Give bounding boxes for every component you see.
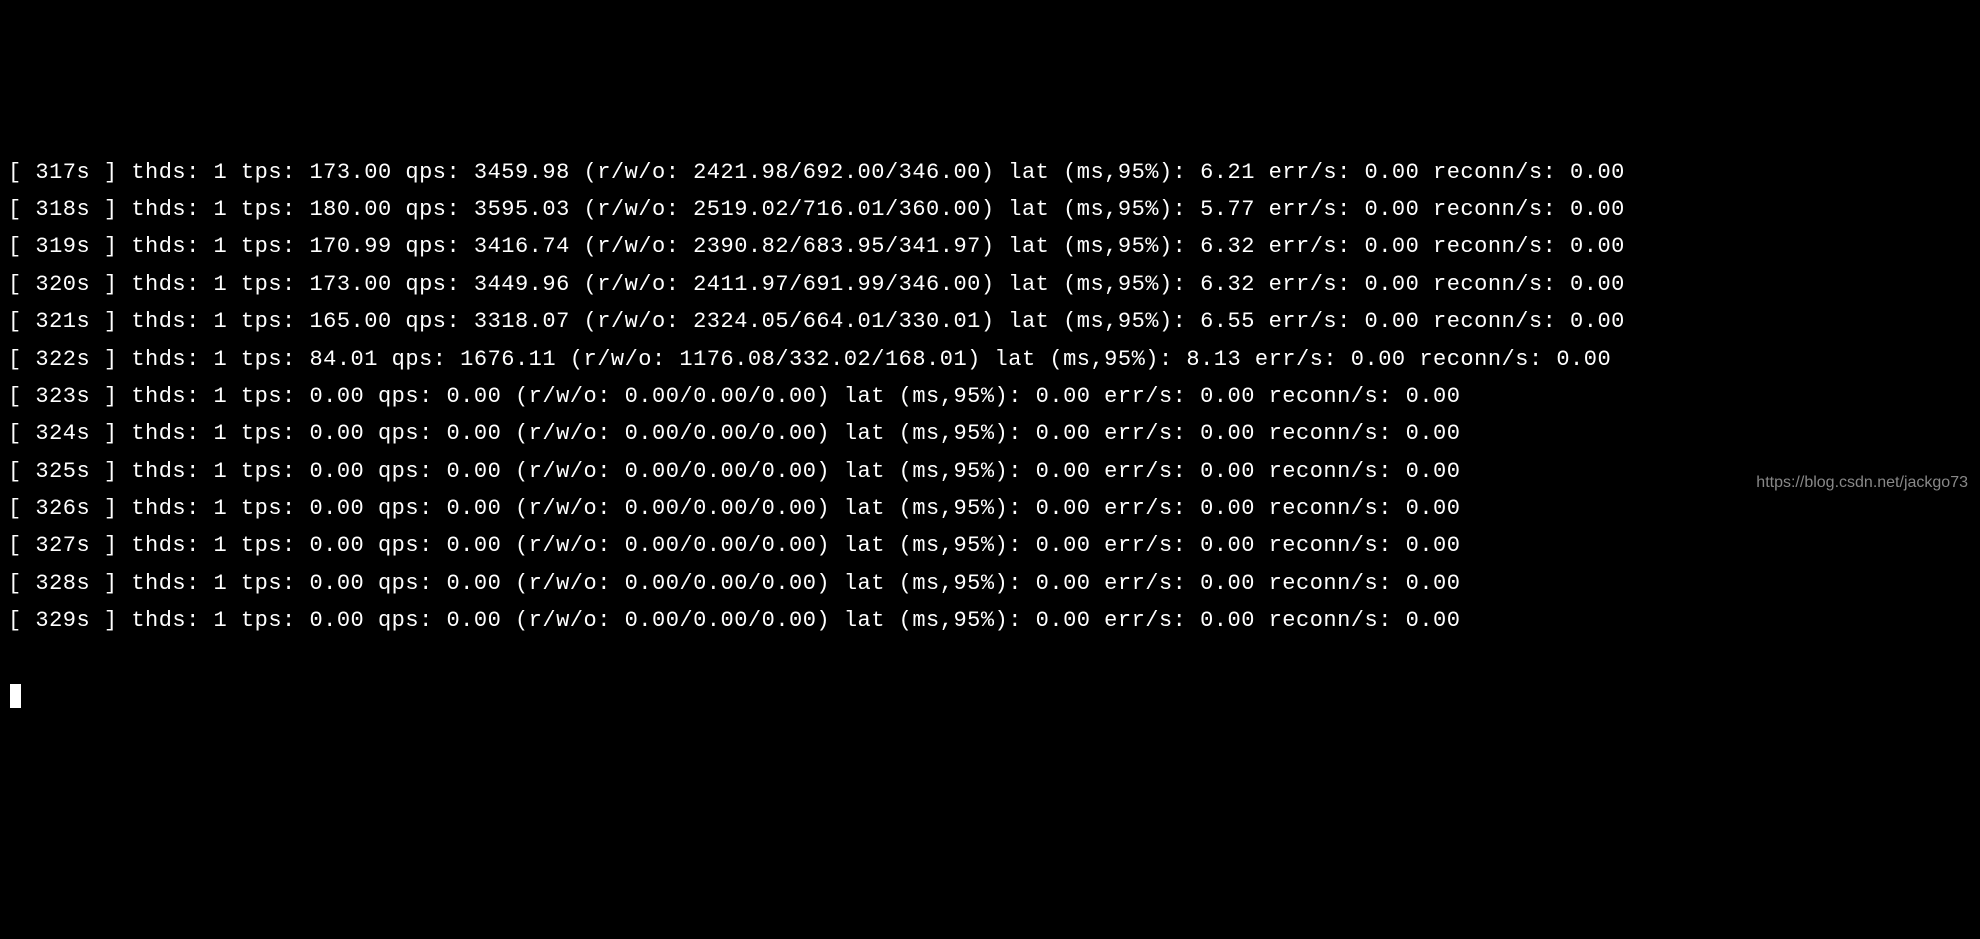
terminal-line: [ 329s ] thds: 1 tps: 0.00 qps: 0.00 (r/… [8, 602, 1972, 639]
terminal-line: [ 322s ] thds: 1 tps: 84.01 qps: 1676.11… [8, 341, 1972, 378]
watermark-text: https://blog.csdn.net/jackgo73 [1756, 469, 1968, 496]
terminal-output: [ 317s ] thds: 1 tps: 173.00 qps: 3459.9… [8, 154, 1972, 640]
terminal-line: [ 321s ] thds: 1 tps: 165.00 qps: 3318.0… [8, 303, 1972, 340]
terminal-line: [ 328s ] thds: 1 tps: 0.00 qps: 0.00 (r/… [8, 565, 1972, 602]
terminal-line: [ 324s ] thds: 1 tps: 0.00 qps: 0.00 (r/… [8, 415, 1972, 452]
terminal-line: [ 323s ] thds: 1 tps: 0.00 qps: 0.00 (r/… [8, 378, 1972, 415]
terminal-line: [ 327s ] thds: 1 tps: 0.00 qps: 0.00 (r/… [8, 527, 1972, 564]
terminal-line: [ 318s ] thds: 1 tps: 180.00 qps: 3595.0… [8, 191, 1972, 228]
terminal-line: [ 326s ] thds: 1 tps: 0.00 qps: 0.00 (r/… [8, 490, 1972, 527]
terminal-cursor [10, 684, 21, 708]
terminal-line: [ 317s ] thds: 1 tps: 173.00 qps: 3459.9… [8, 154, 1972, 191]
terminal-line: [ 320s ] thds: 1 tps: 173.00 qps: 3449.9… [8, 266, 1972, 303]
terminal-line: [ 319s ] thds: 1 tps: 170.99 qps: 3416.7… [8, 228, 1972, 265]
terminal-line: [ 325s ] thds: 1 tps: 0.00 qps: 0.00 (r/… [8, 453, 1972, 490]
